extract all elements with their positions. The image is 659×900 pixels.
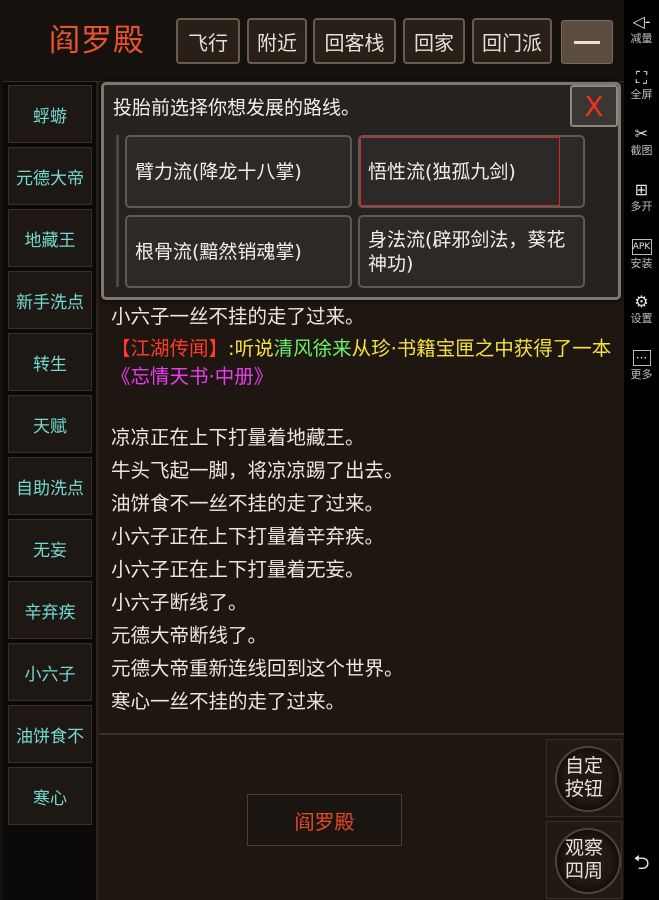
sidebar-item-xiaoliuzi[interactable]: 小六子 [8,643,92,701]
close-icon: X [584,89,604,123]
log-spacer [111,401,616,421]
look-around-label: 观察四周 [564,837,603,882]
log-line: 油饼食不一丝不挂的走了过来。 [111,492,385,515]
menu-button[interactable] [561,20,613,64]
nearby-button[interactable]: 附近 [247,18,307,64]
install-button[interactable]: APK 安装 [624,236,659,271]
volume-down-icon: ◁- [632,12,651,31]
apk-icon: APK [631,239,652,255]
system-toolbar: ◁- 减量 ⛶ 全屏 ✂ 截图 ⊞ 多开 APK 安装 ⚙ 设置 ··· 更多 … [624,0,659,900]
option-comprehension[interactable]: 悟性流(独孤九剑) [358,135,585,208]
room-title: 阎罗殿 [49,23,145,59]
sidebar-item-xinqiji[interactable]: 辛弃疾 [8,581,92,639]
log-line: 凉凉正在上下打量着地藏王。 [111,426,365,449]
selection-highlight [360,137,560,206]
multi-open-label: 多开 [630,200,653,213]
hamburger-minus-icon [574,40,600,44]
log-line: 元德大帝重新连线回到这个世界。 [111,657,404,680]
sidebar-item-hanxin[interactable]: 寒心 [8,767,92,825]
modal-prompt: 投胎前选择你想发展的路线。 [113,97,361,119]
bottom-divider [99,733,624,735]
rumor-text: 从珍·书籍宝匣之中获得了一本 [351,337,612,360]
multi-open-icon: ⊞ [634,180,649,199]
sect-button[interactable]: 回门派 [472,18,552,64]
install-label: 安装 [630,257,653,270]
rumor-message: 【江湖传闻】:听说清风徐来从珍·书籍宝匣之中获得了一本《忘情天书·中册》 [111,335,616,391]
log-line: 小六子一丝不挂的走了过来。 [111,305,365,328]
sidebar-item-newbie-reset[interactable]: 新手洗点 [8,271,92,329]
close-button[interactable]: X [570,85,618,127]
rumor-player: 清风徐来 [273,337,352,360]
log-line: 寒心一丝不挂的走了过来。 [111,690,346,713]
sidebar: 蜉蝣 元德大帝 地藏王 新手洗点 转生 天赋 自助洗点 无妄 辛弃疾 小六子 油… [3,82,96,900]
vertical-divider [96,82,99,900]
log-line: 小六子正在上下打量着辛弃疾。 [111,525,385,548]
option-strength[interactable]: 臂力流(降龙十八掌) [125,135,352,208]
header-bar: 阎罗殿 飞行 附近 回客栈 回家 回门派 [3,0,624,82]
fullscreen-icon: ⛶ [635,68,648,87]
back-button[interactable]: ⮌ [624,848,659,882]
rumor-item: 《忘情天书·中册》 [111,365,274,388]
game-area: 阎罗殿 飞行 附近 回客栈 回家 回门派 蜉蝣 元德大帝 地藏王 新手洗点 转生… [3,0,624,900]
home-button[interactable]: 回家 [403,18,465,64]
settings-button[interactable]: ⚙ 设置 [624,292,659,326]
log-line: 牛头飞起一脚，将凉凉踢了出去。 [111,459,404,482]
rumor-text: :听说 [228,337,274,360]
fullscreen-button[interactable]: ⛶ 全屏 [624,68,659,102]
sidebar-item-talent[interactable]: 天赋 [8,395,92,453]
custom-button-label: 自定按钮 [564,755,603,800]
fullscreen-label: 全屏 [630,88,653,101]
log-line: 小六子正在上下打量着无妄。 [111,558,365,581]
back-icon: ⮌ [633,850,650,874]
multi-open-button[interactable]: ⊞ 多开 [624,180,659,214]
custom-button[interactable]: 自定按钮 [546,739,622,817]
inn-button[interactable]: 回客栈 [313,18,396,64]
screenshot-label: 截图 [630,144,653,157]
sidebar-item-yuande[interactable]: 元德大帝 [8,147,92,205]
more-label: 更多 [630,368,653,381]
option-agility[interactable]: 身法流(辟邪剑法，葵花神功) [358,215,585,288]
sidebar-item-dizangwang[interactable]: 地藏王 [8,209,92,267]
sidebar-item-fuyou[interactable]: 蜉蝣 [8,85,92,143]
room-exit-button[interactable]: 阎罗殿 [247,794,402,846]
log-line: 小六子断线了。 [111,591,248,614]
sidebar-item-rebirth[interactable]: 转生 [8,333,92,391]
volume-down-label: 减量 [630,32,653,45]
sidebar-item-wuwang[interactable]: 无妄 [8,519,92,577]
sidebar-item-self-reset[interactable]: 自助洗点 [8,457,92,515]
more-icon: ··· [632,350,651,366]
sidebar-item-youbing[interactable]: 油饼食不 [8,705,92,763]
option-group-bar [116,135,119,287]
settings-label: 设置 [630,312,653,325]
option-constitution[interactable]: 根骨流(黯然销魂掌) [125,215,352,288]
volume-down-button[interactable]: ◁- 减量 [624,12,659,46]
log-line: 元德大帝断线了。 [111,624,268,647]
gear-icon: ⚙ [634,292,649,311]
message-log: 小六子一丝不挂的走了过来。 【江湖传闻】:听说清风徐来从珍·书籍宝匣之中获得了一… [111,300,616,718]
fly-button[interactable]: 飞行 [176,18,240,64]
path-select-modal: 投胎前选择你想发展的路线。 X 臂力流(降龙十八掌) 悟性流(独孤九剑) 根骨流… [101,82,621,300]
more-button[interactable]: ··· 更多 [624,348,659,382]
screenshot-button[interactable]: ✂ 截图 [624,124,659,158]
scissors-icon: ✂ [634,124,649,143]
look-around-button[interactable]: 观察四周 [546,821,622,899]
rumor-tag: 【江湖传闻】 [111,337,229,360]
